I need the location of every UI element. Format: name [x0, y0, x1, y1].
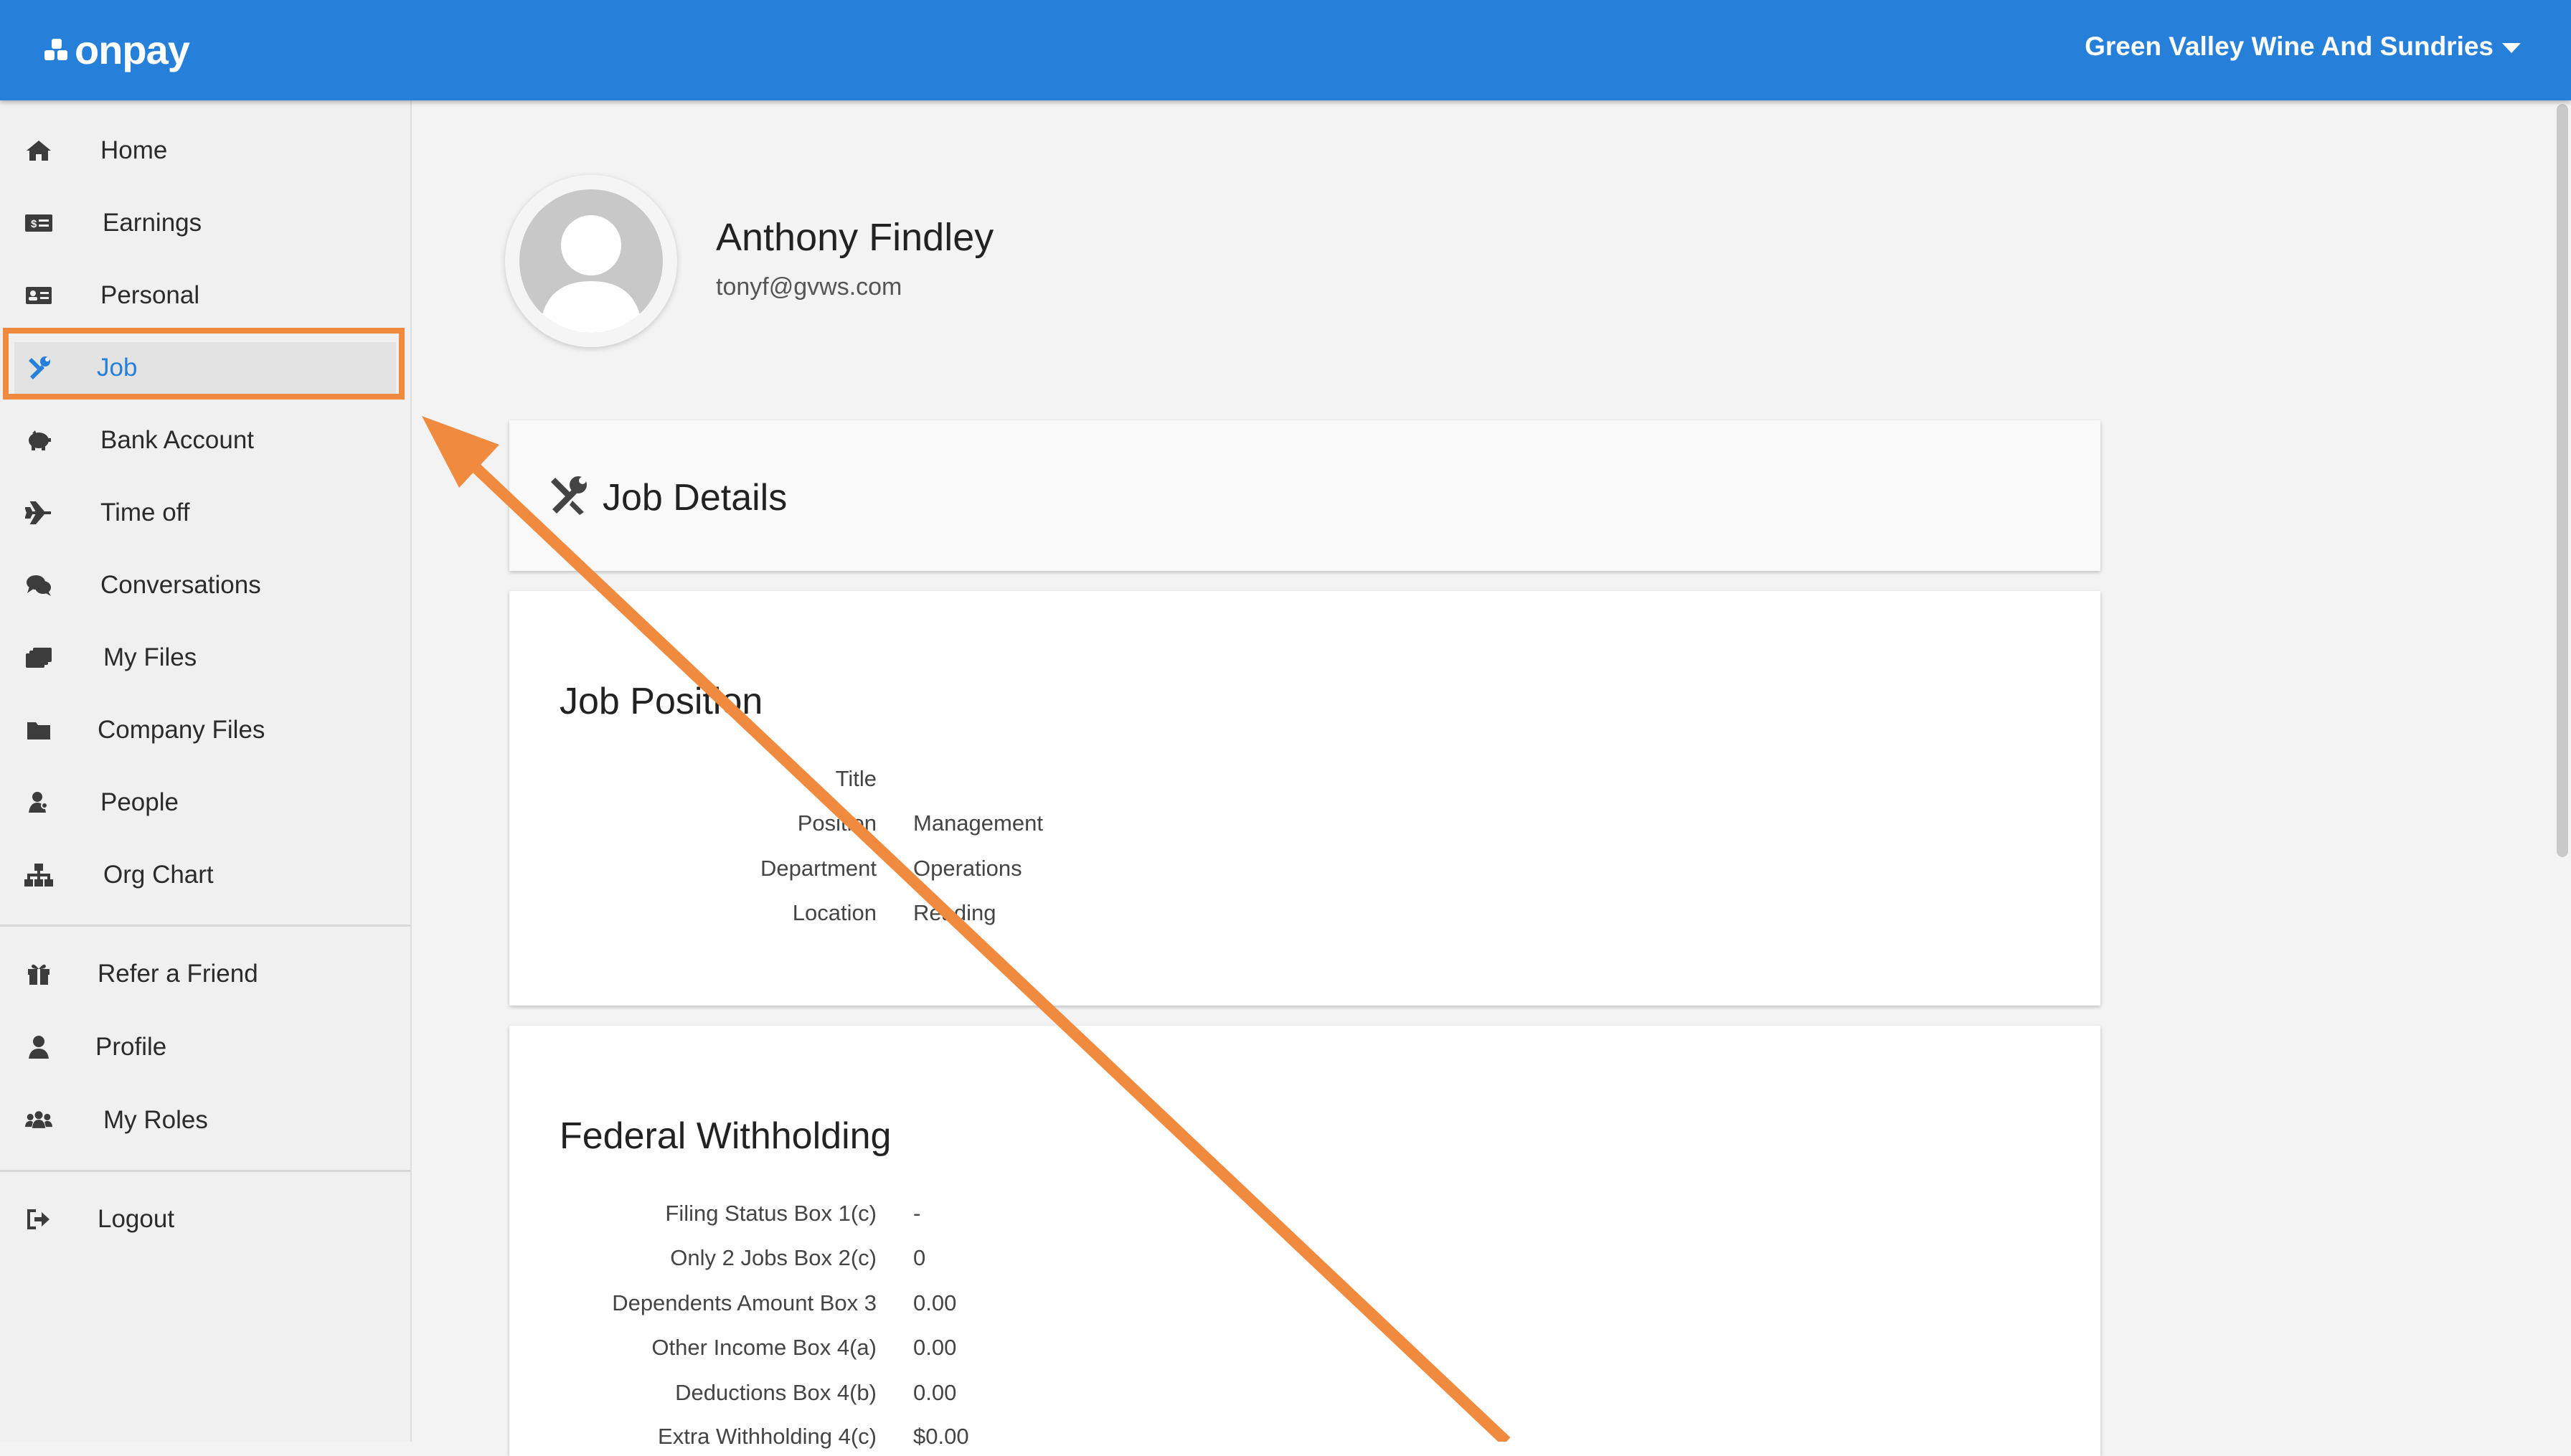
sidebar-item-label: Earnings [103, 209, 202, 237]
filing-status-label: Filing Status Box 1(c) [665, 1201, 877, 1226]
position-label: Position [797, 810, 877, 836]
gift-icon [24, 960, 53, 988]
id-card-icon [24, 281, 53, 310]
only-2-jobs-label: Only 2 Jobs Box 2(c) [670, 1245, 877, 1270]
sidebar-item-personal[interactable]: Personal [0, 260, 410, 331]
sidebar-item-label: People [100, 788, 179, 816]
top-bar: onpay Green Valley Wine And Sundries [0, 0, 2571, 100]
sidebar-item-label: Time off [100, 498, 190, 526]
logout-icon [24, 1205, 53, 1234]
job-position-title: Job Position [560, 681, 763, 722]
job-details-card: Job Details [509, 420, 2100, 571]
other-income-value: 0.00 [913, 1335, 957, 1360]
sidebar-item-conversations[interactable]: Conversations [0, 549, 410, 621]
piggy-bank-icon [24, 426, 53, 455]
sidebar: Home $ Earnings Personal Job Bank Accoun… [0, 100, 412, 1442]
logo-mark-icon [44, 37, 69, 62]
sidebar-item-bank-account[interactable]: Bank Account [0, 405, 410, 476]
sidebar-item-label: Company Files [98, 716, 265, 744]
user-silhouette-icon [539, 215, 643, 333]
only-2-jobs-value: 0 [913, 1245, 926, 1270]
location-label: Location [792, 900, 877, 925]
sidebar-item-label: Profile [95, 1033, 167, 1061]
sidebar-item-label: Conversations [100, 571, 261, 599]
sidebar-item-profile[interactable]: Profile [0, 1011, 410, 1083]
sidebar-divider [0, 925, 410, 927]
title-label: Title [835, 766, 877, 791]
user-icon [24, 1033, 53, 1062]
extra-withholding-label: Extra Withholding 4(c) [658, 1424, 877, 1449]
sidebar-item-label: My Roles [103, 1106, 208, 1134]
comments-icon [24, 571, 53, 600]
sidebar-item-my-files[interactable]: My Files [0, 622, 410, 694]
scrollbar-thumb[interactable] [2557, 104, 2568, 857]
job-annotation-box [3, 328, 405, 400]
dependents-amount-value: 0.00 [913, 1290, 957, 1315]
sidebar-item-label: Personal [100, 281, 200, 309]
org-chart-icon [24, 861, 53, 889]
sidebar-item-time-off[interactable]: Time off [0, 477, 410, 549]
folder-icon [24, 716, 53, 744]
sidebar-item-people[interactable]: People [0, 767, 410, 838]
sidebar-item-org-chart[interactable]: Org Chart [0, 839, 410, 911]
sidebar-item-label: Org Chart [103, 861, 214, 889]
job-position-card: Job Position Title Position Management D… [509, 591, 2100, 1006]
sidebar-item-company-files[interactable]: Company Files [0, 694, 410, 766]
sidebar-item-label: My Files [103, 643, 197, 671]
position-value: Management [913, 810, 1043, 836]
dependents-amount-label: Dependents Amount Box 3 [612, 1290, 877, 1315]
users-icon [24, 1106, 53, 1135]
sidebar-item-earnings[interactable]: $ Earnings [0, 187, 410, 259]
extra-withholding-value: $0.00 [913, 1424, 969, 1449]
caret-down-icon [2502, 43, 2521, 53]
sidebar-item-label: Refer a Friend [98, 960, 258, 988]
sidebar-divider [0, 1170, 410, 1172]
sidebar-item-label: Bank Account [100, 426, 255, 454]
job-details-title: Job Details [603, 477, 788, 519]
other-income-label: Other Income Box 4(a) [651, 1335, 877, 1360]
department-label: Department [760, 856, 877, 881]
home-icon [24, 136, 53, 165]
employee-name: Anthony Findley [716, 216, 994, 259]
onpay-logo[interactable]: onpay [44, 24, 190, 75]
plane-icon [24, 498, 53, 527]
filing-status-value: - [913, 1201, 921, 1226]
files-icon [24, 643, 53, 672]
sidebar-item-label: Home [100, 136, 168, 164]
company-name: Green Valley Wine And Sundries [2085, 32, 2494, 61]
sidebar-item-label: Logout [98, 1205, 175, 1233]
location-value: Reading [913, 900, 996, 925]
sidebar-item-refer-a-friend[interactable]: Refer a Friend [0, 938, 410, 1010]
federal-withholding-title: Federal Withholding [560, 1115, 892, 1157]
people-icon [24, 788, 53, 817]
tools-icon [551, 476, 587, 515]
federal-withholding-card: Federal Withholding Filing Status Box 1(… [509, 1026, 2100, 1456]
avatar [505, 175, 677, 347]
deductions-label: Deductions Box 4(b) [675, 1380, 877, 1405]
deductions-value: 0.00 [913, 1380, 957, 1405]
employee-email: tonyf@gvws.com [716, 273, 902, 301]
department-value: Operations [913, 856, 1022, 881]
company-switcher[interactable]: Green Valley Wine And Sundries [2085, 32, 2521, 62]
sidebar-item-home[interactable]: Home [0, 115, 410, 186]
sidebar-item-logout[interactable]: Logout [0, 1183, 410, 1255]
money-icon: $ [24, 209, 53, 237]
svg-text:$: $ [31, 218, 37, 230]
brand-name: onpay [75, 27, 190, 72]
sidebar-item-my-roles[interactable]: My Roles [0, 1084, 410, 1156]
